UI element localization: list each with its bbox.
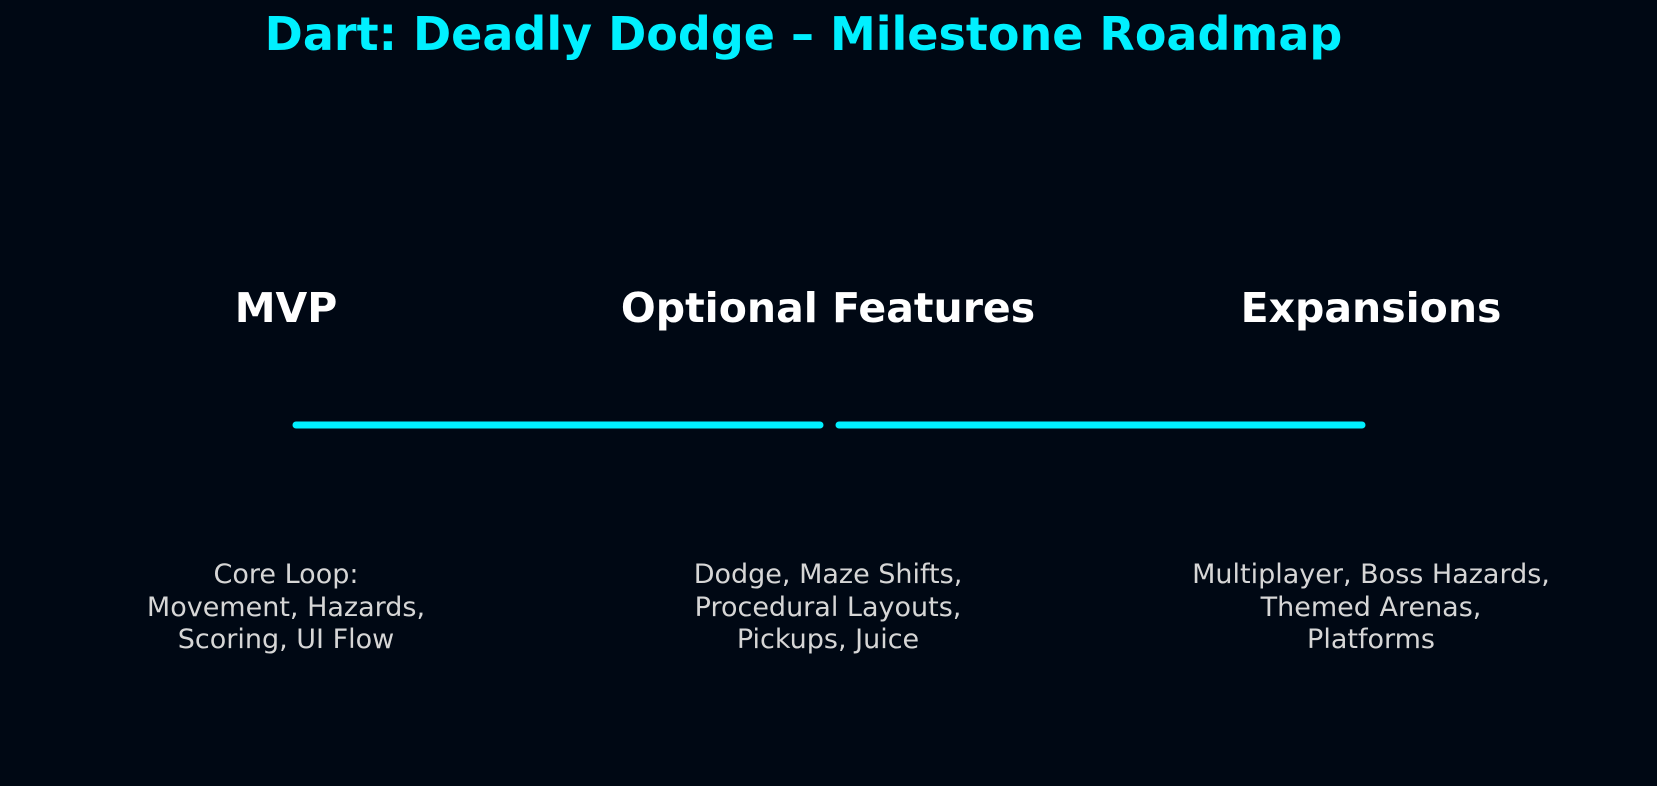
milestone-connectors — [292, 421, 1366, 429]
milestone-optional-features-description: Dodge, Maze Shifts, Procedural Layouts, … — [693, 559, 963, 655]
milestone-mvp-description: Core Loop: Movement, Hazards, Scoring, U… — [146, 559, 426, 655]
milestone-expansions-description: Multiplayer, Boss Hazards, Themed Arenas… — [1192, 559, 1550, 655]
